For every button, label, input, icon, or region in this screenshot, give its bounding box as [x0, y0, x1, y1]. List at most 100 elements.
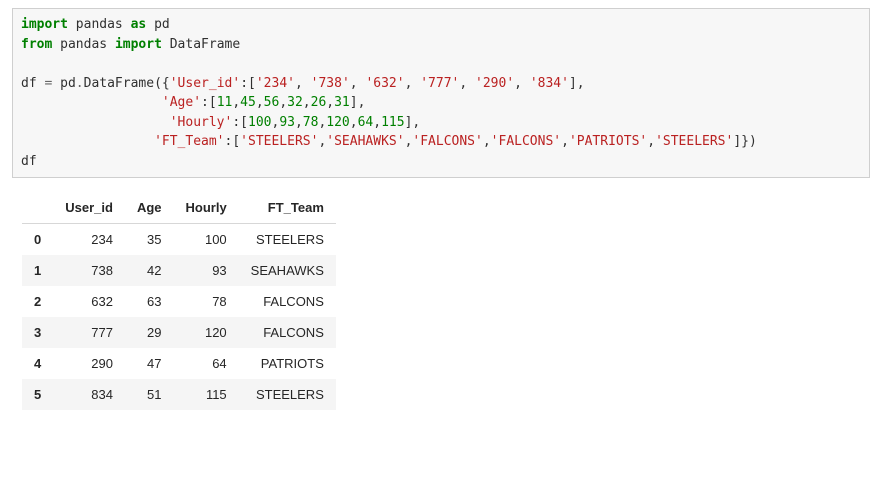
cell-hourly: 115 — [174, 379, 239, 410]
cell-age: 42 — [125, 255, 174, 286]
lbrace: { — [162, 76, 170, 91]
table-row: 2 632 63 78 FALCONS — [22, 286, 336, 317]
comma: , — [358, 95, 366, 110]
comma: , — [483, 134, 491, 149]
comma: , — [577, 76, 585, 91]
cell-age: 35 — [125, 224, 174, 256]
comma: , — [405, 76, 413, 91]
row-index: 4 — [22, 348, 53, 379]
dataframe-output: User_id Age Hourly FT_Team 0 234 35 100 … — [22, 192, 336, 410]
table-row: 5 834 51 115 STEELERS — [22, 379, 336, 410]
colon-3: : — [232, 115, 240, 130]
keyword-import-2: import — [115, 37, 162, 52]
val-u0: '234' — [256, 76, 295, 91]
val-u4: '290' — [475, 76, 514, 91]
module-pandas: pandas — [76, 17, 123, 32]
val-t2: 'FALCONS' — [412, 134, 482, 149]
key-userid: 'User_id' — [170, 76, 240, 91]
cell-userid: 834 — [53, 379, 125, 410]
row-index: 1 — [22, 255, 53, 286]
val-a5: 31 — [334, 95, 350, 110]
row-index: 5 — [22, 379, 53, 410]
corner-blank — [22, 192, 53, 224]
key-age: 'Age' — [162, 95, 201, 110]
val-t4: 'PATRIOTS' — [569, 134, 647, 149]
cell-ftteam: FALCONS — [239, 286, 336, 317]
val-h4: 64 — [358, 115, 374, 130]
val-h1: 93 — [279, 115, 295, 130]
row-index: 0 — [22, 224, 53, 256]
comma: , — [326, 95, 334, 110]
val-a2: 56 — [264, 95, 280, 110]
val-u2: '632' — [365, 76, 404, 91]
keyword-as: as — [131, 17, 147, 32]
table-row: 0 234 35 100 STEELERS — [22, 224, 336, 256]
val-h2: 78 — [303, 115, 319, 130]
comma: , — [350, 76, 358, 91]
cell-userid: 234 — [53, 224, 125, 256]
comma: , — [232, 95, 240, 110]
key-hourly: 'Hourly' — [170, 115, 233, 130]
row-index: 3 — [22, 317, 53, 348]
col-age: Age — [125, 192, 174, 224]
colon-2: : — [201, 95, 209, 110]
lparen: ( — [154, 76, 162, 91]
val-u5: '834' — [530, 76, 569, 91]
comma: , — [295, 76, 303, 91]
row-index: 2 — [22, 286, 53, 317]
cell-hourly: 78 — [174, 286, 239, 317]
val-u1: '738' — [311, 76, 350, 91]
col-ftteam: FT_Team — [239, 192, 336, 224]
code-cell[interactable]: import pandas as pd from pandas import D… — [12, 8, 870, 178]
val-a0: 11 — [217, 95, 233, 110]
val-t1: 'SEAHAWKS' — [326, 134, 404, 149]
val-t5: 'STEELERS' — [655, 134, 733, 149]
rparen: ) — [749, 134, 757, 149]
op-eq: = — [44, 76, 52, 91]
comma: , — [295, 115, 303, 130]
lbracket-4: [ — [232, 134, 240, 149]
colon-1: : — [240, 76, 248, 91]
table-row: 1 738 42 93 SEAHAWKS — [22, 255, 336, 286]
table-row: 4 290 47 64 PATRIOTS — [22, 348, 336, 379]
val-u3: '777' — [420, 76, 459, 91]
cell-userid: 290 — [53, 348, 125, 379]
cell-age: 29 — [125, 317, 174, 348]
comma: , — [459, 76, 467, 91]
val-h5: 115 — [381, 115, 404, 130]
call-dataframe: DataFrame — [84, 76, 154, 91]
val-a4: 26 — [311, 95, 327, 110]
cell-userid: 632 — [53, 286, 125, 317]
comma: , — [256, 95, 264, 110]
cell-ftteam: STEELERS — [239, 224, 336, 256]
header-row: User_id Age Hourly FT_Team — [22, 192, 336, 224]
name-dataframe: DataFrame — [170, 37, 240, 52]
val-t3: 'FALCONS' — [491, 134, 561, 149]
cell-age: 51 — [125, 379, 174, 410]
cell-hourly: 120 — [174, 317, 239, 348]
comma: , — [412, 115, 420, 130]
op-dot: . — [76, 76, 84, 91]
table-row: 3 777 29 120 FALCONS — [22, 317, 336, 348]
cell-ftteam: SEAHAWKS — [239, 255, 336, 286]
ref-pd: pd — [60, 76, 76, 91]
cell-hourly: 93 — [174, 255, 239, 286]
val-a1: 45 — [240, 95, 256, 110]
expr-df: df — [21, 154, 37, 169]
comma: , — [373, 115, 381, 130]
key-ftteam: 'FT_Team' — [154, 134, 224, 149]
cell-ftteam: PATRIOTS — [239, 348, 336, 379]
col-userid: User_id — [53, 192, 125, 224]
comma: , — [350, 115, 358, 130]
val-a3: 32 — [287, 95, 303, 110]
cell-ftteam: STEELERS — [239, 379, 336, 410]
lbracket-1: [ — [248, 76, 256, 91]
lbracket-2: [ — [209, 95, 217, 110]
rbracket-2: ] — [350, 95, 358, 110]
comma: , — [514, 76, 522, 91]
keyword-from: from — [21, 37, 52, 52]
val-h3: 120 — [326, 115, 349, 130]
lbracket-3: [ — [240, 115, 248, 130]
comma: , — [647, 134, 655, 149]
cell-hourly: 64 — [174, 348, 239, 379]
